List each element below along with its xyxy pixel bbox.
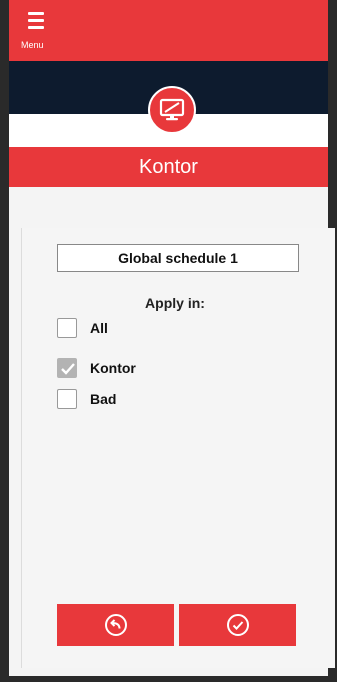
window-frame-left	[0, 0, 9, 682]
device-title: Kontor	[9, 147, 328, 187]
checkbox-label: Bad	[90, 391, 117, 407]
back-button[interactable]	[57, 604, 174, 646]
hamburger-icon	[28, 12, 44, 15]
checkbox-box-checked[interactable]	[57, 358, 77, 378]
check-icon	[226, 614, 249, 636]
schedule-name-field[interactable]: Global schedule 1	[57, 244, 299, 272]
menu-button[interactable]: Menu	[21, 8, 57, 52]
schedule-panel	[21, 228, 335, 668]
checkbox-label: Kontor	[90, 360, 136, 376]
checkbox-kontor[interactable]: Kontor	[57, 357, 136, 379]
back-arrow-icon	[104, 614, 127, 636]
monitor-icon	[159, 98, 185, 121]
device-icon-badge	[148, 86, 196, 134]
hamburger-icon-line	[28, 19, 44, 22]
top-bar: Menu	[9, 0, 328, 61]
checkbox-box[interactable]	[57, 318, 77, 338]
apply-in-label: Apply in:	[145, 295, 205, 311]
checkbox-box[interactable]	[57, 389, 77, 409]
confirm-button[interactable]	[179, 604, 296, 646]
window-frame-bottom	[0, 676, 337, 682]
menu-label: Menu	[21, 40, 44, 50]
check-icon	[61, 363, 75, 375]
checkbox-label: All	[90, 320, 108, 336]
checkbox-all[interactable]: All	[57, 317, 108, 339]
hamburger-icon-line	[28, 26, 44, 29]
checkbox-bad[interactable]: Bad	[57, 388, 116, 410]
